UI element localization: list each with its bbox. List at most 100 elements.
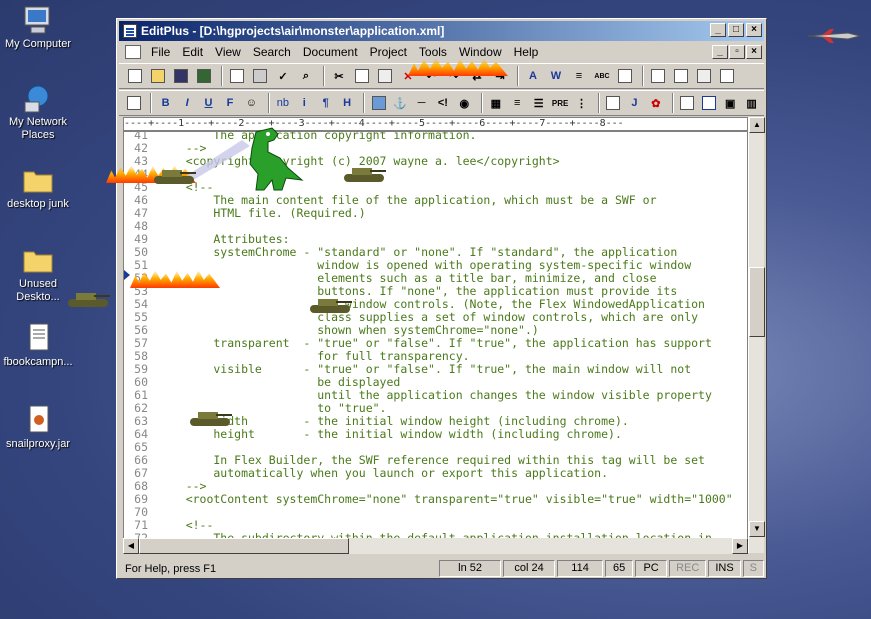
cut-icon[interactable]: ✂ bbox=[329, 66, 349, 86]
anchor-icon[interactable]: ⚓ bbox=[391, 93, 409, 113]
paragraph-button[interactable]: ¶ bbox=[317, 93, 335, 113]
abc-icon[interactable]: ABC bbox=[592, 66, 612, 86]
menu-file[interactable]: File bbox=[145, 45, 176, 59]
menu-window[interactable]: Window bbox=[453, 45, 508, 59]
scroll-up-button[interactable]: ▲ bbox=[749, 117, 765, 133]
form-icon[interactable] bbox=[604, 93, 622, 113]
bold-button[interactable]: B bbox=[156, 93, 174, 113]
doc-restore-button[interactable]: ▫ bbox=[729, 45, 745, 59]
print-preview-icon[interactable] bbox=[227, 66, 247, 86]
layout-icon[interactable]: ▥ bbox=[742, 93, 760, 113]
html-toolbar: B I U F ☺ nb i ¶ H ⚓ ─ <! ◉ ▦ ≡ ☰ PRE ⋮ … bbox=[119, 90, 764, 116]
paste-icon[interactable] bbox=[375, 66, 395, 86]
scroll-left-button[interactable]: ◀ bbox=[123, 538, 139, 554]
scroll-right-button[interactable]: ▶ bbox=[732, 538, 748, 554]
open-folder-icon[interactable] bbox=[148, 66, 168, 86]
script-icon[interactable]: ✿ bbox=[647, 93, 665, 113]
preview-icon[interactable] bbox=[125, 93, 143, 113]
view-icon[interactable] bbox=[648, 66, 668, 86]
line-text: buttons. If "none", the application must… bbox=[158, 284, 678, 298]
break-button[interactable]: i bbox=[295, 93, 313, 113]
print-icon[interactable] bbox=[250, 66, 270, 86]
doc-minimize-button[interactable]: _ bbox=[712, 45, 728, 59]
window-title: EditPlus - [D:\hgprojects\air\monster\ap… bbox=[141, 24, 445, 38]
save-all-icon[interactable] bbox=[194, 66, 214, 86]
menu-project[interactable]: Project bbox=[364, 45, 413, 59]
find-icon[interactable]: ⌕ bbox=[296, 66, 316, 86]
status-sync: S bbox=[742, 560, 764, 577]
horizontal-scrollbar[interactable]: ◀ ▶ bbox=[123, 538, 748, 554]
save-icon[interactable] bbox=[171, 66, 191, 86]
table-icon[interactable]: ▦ bbox=[487, 93, 505, 113]
image-icon[interactable] bbox=[369, 93, 387, 113]
tools-icon[interactable] bbox=[694, 66, 714, 86]
horizontal-scroll-thumb[interactable] bbox=[139, 538, 349, 554]
doc-close-button[interactable]: × bbox=[746, 45, 762, 59]
eye-icon[interactable]: ◉ bbox=[455, 93, 473, 113]
frame-icon[interactable] bbox=[700, 93, 718, 113]
status-bar: For Help, press F1 ln 52 col 24 114 65 P… bbox=[119, 559, 764, 578]
font-icon[interactable]: A bbox=[523, 66, 543, 86]
underline-button[interactable]: U bbox=[199, 93, 217, 113]
menu-document[interactable]: Document bbox=[297, 45, 364, 59]
desktop-icon-desktop-junk[interactable]: desktop junk bbox=[0, 164, 78, 211]
heading-button[interactable]: H bbox=[338, 93, 356, 113]
close-button[interactable]: × bbox=[746, 23, 762, 37]
jet-sprite bbox=[808, 29, 860, 43]
line-text: window is opened with operating system-s… bbox=[158, 258, 692, 272]
file-window-icon[interactable] bbox=[717, 66, 737, 86]
editor-lines[interactable]: 41 The application copyright information… bbox=[124, 132, 747, 545]
comment-icon[interactable]: <! bbox=[434, 93, 452, 113]
color-icon[interactable]: ☺ bbox=[242, 93, 260, 113]
cliptext-icon[interactable] bbox=[671, 66, 691, 86]
line-text: height - the initial window width (inclu… bbox=[158, 427, 622, 441]
line-text: systemChrome - "standard" or "none". If … bbox=[158, 245, 678, 259]
vertical-scrollbar[interactable]: ▲ ▼ bbox=[748, 117, 765, 553]
format-icon[interactable]: ≡ bbox=[569, 66, 589, 86]
marker-icon[interactable] bbox=[678, 93, 696, 113]
line-text: for full transparency. bbox=[158, 349, 470, 363]
italic-button[interactable]: I bbox=[178, 93, 196, 113]
menu-view[interactable]: View bbox=[209, 45, 247, 59]
editor-line[interactable]: 69 <rootContent systemChrome="none" tran… bbox=[124, 493, 747, 506]
list-numbered-icon[interactable]: ⋮ bbox=[572, 93, 590, 113]
hr-icon[interactable]: ─ bbox=[412, 93, 430, 113]
text-editor[interactable]: 41 The application copyright information… bbox=[123, 131, 748, 553]
nbsp-button[interactable]: nb bbox=[274, 93, 292, 113]
word-wrap-icon[interactable]: W bbox=[546, 66, 566, 86]
copy-icon[interactable] bbox=[352, 66, 372, 86]
status-help-text: For Help, press F1 bbox=[125, 562, 217, 575]
editor-line[interactable]: 64 height - the initial window width (in… bbox=[124, 428, 747, 441]
menu-search[interactable]: Search bbox=[247, 45, 297, 59]
pre-button[interactable]: PRE bbox=[551, 93, 569, 113]
maximize-button[interactable]: □ bbox=[728, 23, 744, 37]
line-text: visible - "true" or "false". If "true", … bbox=[158, 362, 692, 376]
java-button[interactable]: J bbox=[625, 93, 643, 113]
list-icon[interactable]: ☰ bbox=[529, 93, 547, 113]
minimize-button[interactable]: _ bbox=[710, 23, 726, 37]
title-bar[interactable]: EditPlus - [D:\hgprojects\air\monster\ap… bbox=[119, 21, 764, 41]
scroll-down-button[interactable]: ▼ bbox=[749, 521, 765, 537]
main-toolbar: ✓ ⌕ ✂ ✕ ↶ ↷ ⇄ ⇥ A W ≡ ABC bbox=[119, 63, 764, 89]
status-col: col 24 bbox=[503, 560, 556, 577]
spell-check-icon[interactable]: ✓ bbox=[273, 66, 293, 86]
font-tag-button[interactable]: F bbox=[221, 93, 239, 113]
vertical-scroll-thumb[interactable] bbox=[749, 267, 765, 337]
desktop-icon-snailproxy[interactable]: snailproxy.jar bbox=[0, 404, 78, 451]
menu-edit[interactable]: Edit bbox=[176, 45, 209, 59]
browser-icon[interactable] bbox=[615, 66, 635, 86]
new-file-icon[interactable] bbox=[125, 66, 145, 86]
desktop-icon-fbookcampn[interactable]: fbookcampn... bbox=[0, 322, 78, 369]
editor-line[interactable]: 67 automatically when you launch or expo… bbox=[124, 467, 747, 480]
tank-sprite bbox=[310, 299, 352, 313]
desktop-icon-my-network-places[interactable]: My Network Places bbox=[0, 82, 78, 142]
editor-line[interactable]: 70 bbox=[124, 506, 747, 519]
split-icon[interactable]: ▣ bbox=[721, 93, 739, 113]
editor-line[interactable]: 47 HTML file. (Required.) bbox=[124, 207, 747, 220]
status-line: ln 52 bbox=[439, 560, 502, 577]
menu-help[interactable]: Help bbox=[508, 45, 545, 59]
center-icon[interactable]: ≡ bbox=[508, 93, 526, 113]
desktop-icon-my-computer[interactable]: My Computer bbox=[0, 4, 78, 51]
status-num: 65 bbox=[605, 560, 634, 577]
menu-tools[interactable]: Tools bbox=[413, 45, 453, 59]
